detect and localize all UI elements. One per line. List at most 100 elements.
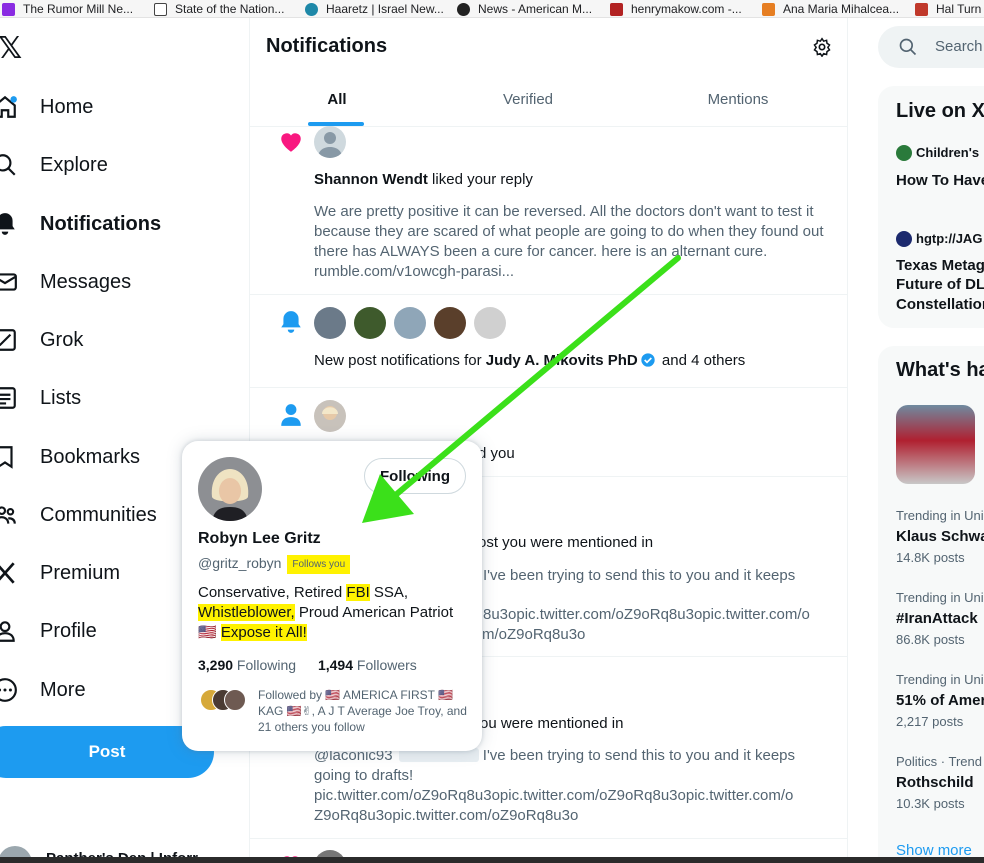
followers-count: 1,494	[317, 657, 354, 673]
user-name[interactable]: Judy A. Mikovits PhD	[486, 352, 638, 369]
bio-highlight: FBI	[346, 584, 370, 601]
section-title: What's ha	[896, 359, 984, 381]
follows-you-badge: Follows you	[287, 555, 351, 574]
avatar[interactable]	[314, 307, 346, 339]
notification-title: Shannon Wendt liked your reply	[314, 170, 533, 190]
bookmark-item[interactable]: News - American M...	[457, 0, 592, 17]
search-input[interactable]: Search	[935, 38, 983, 55]
notification-text: and 4 others	[657, 352, 746, 369]
bookmark-item[interactable]: Ana Maria Mihalcea...	[762, 0, 899, 17]
tab-all[interactable]: All	[308, 72, 366, 126]
x-logo-icon[interactable]: 𝕏	[0, 34, 22, 64]
bio-text: SSA,	[369, 584, 409, 601]
followed-by-avatars	[200, 689, 250, 711]
search-icon	[899, 38, 917, 56]
notification-title: ost you were mentioned in	[478, 534, 654, 551]
avatar[interactable]	[434, 307, 466, 339]
trend-name[interactable]: 51% of Amer	[896, 692, 984, 709]
bio-text: Conservative, Retired	[198, 584, 347, 601]
avatar[interactable]	[354, 307, 386, 339]
people-icon	[0, 506, 16, 524]
live-title[interactable]: Constellation	[896, 296, 984, 313]
taskbar-strip	[0, 857, 984, 863]
page-icon	[154, 2, 167, 16]
avatar	[224, 689, 246, 711]
notification-title: New post notifications for Judy A. Mikov…	[314, 351, 745, 371]
live-title[interactable]: Texas Metag	[896, 257, 984, 274]
avatar[interactable]	[314, 126, 346, 158]
following-stat[interactable]: 3,290 Following	[198, 657, 296, 673]
home-icon	[0, 95, 17, 118]
divider	[250, 838, 847, 839]
x-icon	[0, 562, 15, 584]
live-host[interactable]: hgtp://JAG	[916, 231, 982, 246]
bio-highlight: Whistleblower,	[198, 604, 295, 621]
notification-preview: We are pretty positive it can be reverse…	[314, 203, 824, 280]
page-title: Notifications	[266, 35, 388, 57]
profile-bio: Conservative, Retired FBI SSA, Whistleblo…	[198, 583, 478, 643]
bookmarks-bar: The Rumor Mill Ne... State of the Nation…	[0, 0, 984, 18]
favicon-icon	[457, 2, 470, 16]
trend-meta: Trending in Uni	[896, 672, 984, 687]
trend-meta: Trending in Uni	[896, 508, 984, 523]
avatar[interactable]	[474, 307, 506, 339]
bookmark-item[interactable]: Hal Turn	[915, 0, 981, 17]
bookmark-item[interactable]: State of the Nation...	[154, 0, 284, 17]
notification-text: I've been trying to send this to you and…	[478, 747, 796, 764]
user-name[interactable]: Shannon Wendt	[314, 171, 428, 188]
profile-handle: @gritz_robyn Follows you	[198, 555, 351, 574]
live-on-x-card: Live on X Children's How To Have hgtp://…	[878, 86, 984, 328]
tab-verified[interactable]: Verified	[478, 72, 578, 126]
bell-icon	[0, 213, 15, 235]
envelope-icon	[0, 273, 17, 291]
followed-by-text[interactable]: Followed by 🇺🇸 AMERICA FIRST 🇺🇸 KAG 🇺🇸✌,…	[258, 687, 468, 735]
trend-name[interactable]: Klaus Schwa	[896, 528, 984, 545]
notification-preview: m/oZ9oRq8u3o	[482, 626, 586, 643]
trend-count: 14.8K posts	[896, 550, 965, 565]
bookmark-item[interactable]: The Rumor Mill Ne...	[2, 0, 133, 17]
flag-icon: 🇺🇸	[198, 624, 217, 641]
more-icon	[0, 678, 17, 702]
following-button[interactable]: Following	[364, 458, 466, 494]
notification-preview: 8u3opic.twitter.com/oZ9oRq8u3opic.twitte…	[483, 606, 810, 623]
profile-stats: 3,290 Following 1,494 Followers	[198, 657, 417, 673]
bio-highlight: Expose it All!	[220, 624, 307, 641]
favicon-icon	[305, 2, 318, 16]
bookmark-item[interactable]: henrymakow.com -...	[610, 0, 742, 17]
following-label: Following	[233, 657, 297, 673]
search-box[interactable]: Search	[878, 26, 984, 68]
whats-happening-card: What's ha Trending in Uni Klaus Schwa 14…	[878, 346, 984, 863]
avatar[interactable]	[198, 457, 262, 521]
trend-count: 2,217 posts	[896, 714, 964, 729]
trend-meta: Trending in Uni	[896, 590, 984, 605]
avatar[interactable]	[314, 400, 346, 432]
bio-text: Proud American Patriot	[294, 604, 454, 621]
divider	[250, 387, 847, 388]
handle-text[interactable]: @gritz_robyn	[198, 555, 281, 571]
tab-mentions[interactable]: Mentions	[688, 72, 788, 126]
notification-preview: Z9oRq8u3opic.twitter.com/oZ9oRq8u3o	[314, 807, 579, 824]
search-icon	[0, 154, 16, 176]
trend-name[interactable]: #IranAttack	[896, 610, 978, 627]
bookmark-item[interactable]: Haaretz | Israel New...	[305, 0, 444, 17]
avatar	[896, 145, 912, 161]
grok-icon	[0, 329, 16, 351]
bell-icon	[281, 311, 301, 333]
following-count: 3,290	[198, 657, 234, 673]
notification-action: liked your reply	[427, 171, 533, 188]
trend-count: 86.8K posts	[896, 632, 965, 647]
trend-count: 10.3K posts	[896, 796, 965, 811]
news-thumbnail[interactable]	[896, 405, 975, 484]
section-title: Live on X	[896, 100, 984, 122]
live-title[interactable]: Future of DLT	[896, 276, 984, 293]
profile-name[interactable]: Robyn Lee Gritz	[198, 530, 321, 548]
favicon-icon	[610, 2, 623, 16]
followers-stat[interactable]: 1,494 Followers	[318, 657, 417, 673]
favicon-icon	[2, 2, 15, 16]
live-title[interactable]: How To Have	[896, 172, 984, 189]
avatar[interactable]	[394, 307, 426, 339]
person-icon	[281, 404, 301, 426]
gear-icon[interactable]	[812, 37, 832, 57]
live-host[interactable]: Children's	[916, 145, 979, 160]
trend-name[interactable]: Rothschild	[896, 774, 974, 791]
